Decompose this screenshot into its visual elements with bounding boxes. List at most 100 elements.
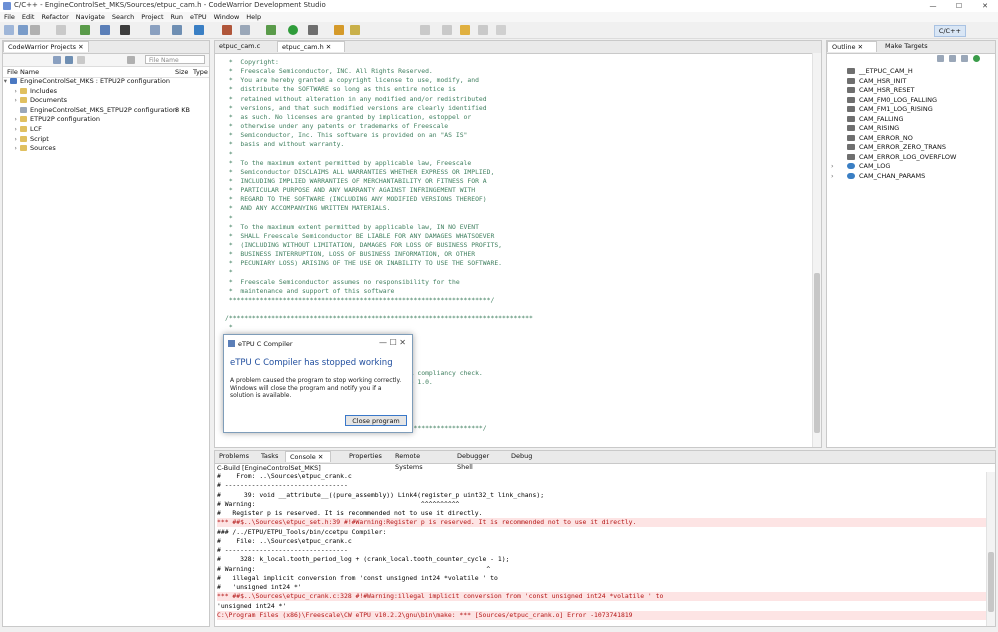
console-output[interactable]: # From: ..\Sources\etpuc_crank.c # ------…	[215, 472, 987, 626]
menu-edit[interactable]: Edit	[22, 13, 35, 21]
column-type[interactable]: Type	[193, 68, 208, 76]
back-icon[interactable]	[478, 25, 488, 35]
menu-refactor[interactable]: Refactor	[41, 13, 68, 21]
tab-problems[interactable]: Problems	[215, 451, 255, 462]
column-file-name[interactable]: File Name	[7, 68, 39, 76]
tab-etpuc-cam-c[interactable]: etpuc_cam.c	[215, 41, 275, 52]
refresh-icon[interactable]	[150, 25, 160, 35]
last-edit-icon[interactable]	[460, 25, 470, 35]
close-program-button[interactable]: Close program	[345, 415, 407, 426]
folder-icon	[20, 116, 27, 123]
open-element-icon[interactable]	[350, 25, 360, 35]
tab-properties[interactable]: Properties	[345, 451, 389, 462]
column-size[interactable]: Size	[175, 68, 188, 76]
outline-item[interactable]: CAM_ERROR_ZERO_TRANS	[831, 143, 946, 152]
menu-window[interactable]: Window	[214, 13, 240, 21]
console-line: # Warning: ^	[217, 564, 491, 573]
wizard-icon[interactable]	[172, 25, 182, 35]
outline-item[interactable]: CAM_HSR_INIT	[831, 77, 906, 86]
new-icon[interactable]	[4, 25, 14, 35]
minimize-button[interactable]: —	[920, 0, 946, 12]
menu-run[interactable]: Run	[171, 13, 183, 21]
expand-arrow-icon[interactable]: ›	[3, 144, 17, 153]
dialog-title: eTPU C Compiler	[238, 340, 293, 348]
run-config-icon[interactable]	[194, 25, 204, 35]
tab-remote-systems[interactable]: Remote Systems	[391, 451, 451, 471]
build-icon[interactable]	[80, 25, 90, 35]
perspective-cpp-button[interactable]: C/C++	[933, 25, 966, 37]
close-window-button[interactable]: ✕	[972, 0, 998, 12]
tab-console[interactable]: Console ✕	[285, 451, 331, 462]
debug-icon[interactable]	[266, 25, 276, 35]
filter-icon[interactable]	[127, 56, 135, 64]
outline-item[interactable]: __ETPUC_CAM_H	[831, 67, 913, 76]
menu-project[interactable]: Project	[141, 13, 163, 21]
maximize-button[interactable]: ☐	[946, 0, 972, 12]
save-all-icon[interactable]	[30, 25, 40, 35]
flash-icon[interactable]	[120, 25, 130, 35]
menu-file[interactable]: File	[4, 13, 15, 21]
tree-item[interactable]: › ETPU2P configuration	[3, 115, 209, 124]
target-icon[interactable]	[100, 25, 110, 35]
console-scrollbar[interactable]	[986, 472, 995, 626]
hide-fields-icon[interactable]	[949, 55, 956, 62]
console-scroll-thumb[interactable]	[988, 552, 994, 612]
external-tools-icon[interactable]	[308, 25, 318, 35]
menu-help[interactable]: Help	[246, 13, 261, 21]
menu-navigate[interactable]: Navigate	[76, 13, 105, 21]
run-icon[interactable]	[288, 25, 298, 35]
tree-item[interactable]: › Sources	[3, 144, 209, 153]
tools-icon[interactable]	[222, 25, 232, 35]
outline-item[interactable]: › CAM_LOG	[831, 162, 890, 171]
outline-item[interactable]: CAM_HSR_RESET	[831, 86, 914, 95]
forward-icon[interactable]	[496, 25, 506, 35]
next-annotation-icon[interactable]	[420, 25, 430, 35]
expand-arrow-icon[interactable]: ›	[3, 135, 17, 144]
view-menu-icon[interactable]	[77, 56, 85, 64]
tab-tasks[interactable]: Tasks	[257, 451, 283, 462]
expand-arrow-icon[interactable]: ›	[3, 96, 17, 105]
tree-item[interactable]: › Includes	[3, 87, 209, 96]
menu-search[interactable]: Search	[112, 13, 134, 21]
link-editor-icon[interactable]	[65, 56, 73, 64]
tab-make-targets[interactable]: Make Targets	[881, 41, 941, 52]
hide-nonpublic-icon[interactable]	[973, 55, 980, 62]
file-name-filter-input[interactable]: File Name	[145, 55, 205, 64]
editor-scrollbar[interactable]	[812, 53, 821, 447]
expand-arrow-icon[interactable]: ›	[3, 87, 17, 96]
prev-annotation-icon[interactable]	[442, 25, 452, 35]
tab-codewarrior-projects[interactable]: CodeWarrior Projects ✕	[3, 41, 89, 52]
outline-item[interactable]: CAM_FALLING	[831, 115, 904, 124]
outline-item[interactable]: CAM_ERROR_LOG_OVERFLOW	[831, 153, 956, 162]
tab-debugger-shell[interactable]: Debugger Shell	[453, 451, 505, 471]
sort-icon[interactable]	[937, 55, 944, 62]
tab-etpuc-cam-h[interactable]: etpuc_cam.h ✕	[277, 41, 345, 52]
open-type-icon[interactable]	[334, 25, 344, 35]
tree-item[interactable]: ▾ EngineControlSet_MKS : ETPU2P configura…	[3, 77, 209, 86]
outline-item[interactable]: › CAM_CHAN_PARAMS	[831, 172, 925, 181]
tree-item[interactable]: › Script	[3, 135, 209, 144]
collapse-all-icon[interactable]	[53, 56, 61, 64]
search-icon[interactable]	[240, 25, 250, 35]
tab-debug[interactable]: Debug	[507, 451, 541, 462]
editor-scroll-thumb[interactable]	[814, 273, 820, 433]
expand-arrow-icon[interactable]: ›	[831, 162, 841, 171]
outline-item[interactable]: CAM_RISING	[831, 124, 899, 133]
expand-arrow-icon[interactable]: ›	[3, 115, 17, 124]
print-icon[interactable]	[56, 25, 66, 35]
outline-item[interactable]: CAM_FM1_LOG_RISING	[831, 105, 933, 114]
tree-item[interactable]: EngineControlSet_MKS_ETPU2P configuratio…	[3, 106, 209, 115]
expand-arrow-icon[interactable]: ›	[3, 125, 17, 134]
outline-item[interactable]: CAM_ERROR_NO	[831, 134, 913, 143]
expand-arrow-icon[interactable]: ›	[831, 172, 841, 181]
expand-arrow-icon[interactable]: ▾	[3, 77, 7, 86]
tree-item[interactable]: › Documents	[3, 96, 209, 105]
tree-item[interactable]: › LCF	[3, 125, 209, 134]
console-line: # From: ..\Sources\etpuc_crank.c	[217, 472, 352, 480]
hide-static-icon[interactable]	[961, 55, 968, 62]
dialog-window-controls[interactable]: — ☐ ✕	[379, 338, 406, 347]
tab-outline[interactable]: Outline ✕	[827, 41, 877, 52]
save-icon[interactable]	[18, 25, 28, 35]
outline-item[interactable]: CAM_FM0_LOG_FALLING	[831, 96, 937, 105]
menu-etpu[interactable]: eTPU	[190, 13, 207, 21]
